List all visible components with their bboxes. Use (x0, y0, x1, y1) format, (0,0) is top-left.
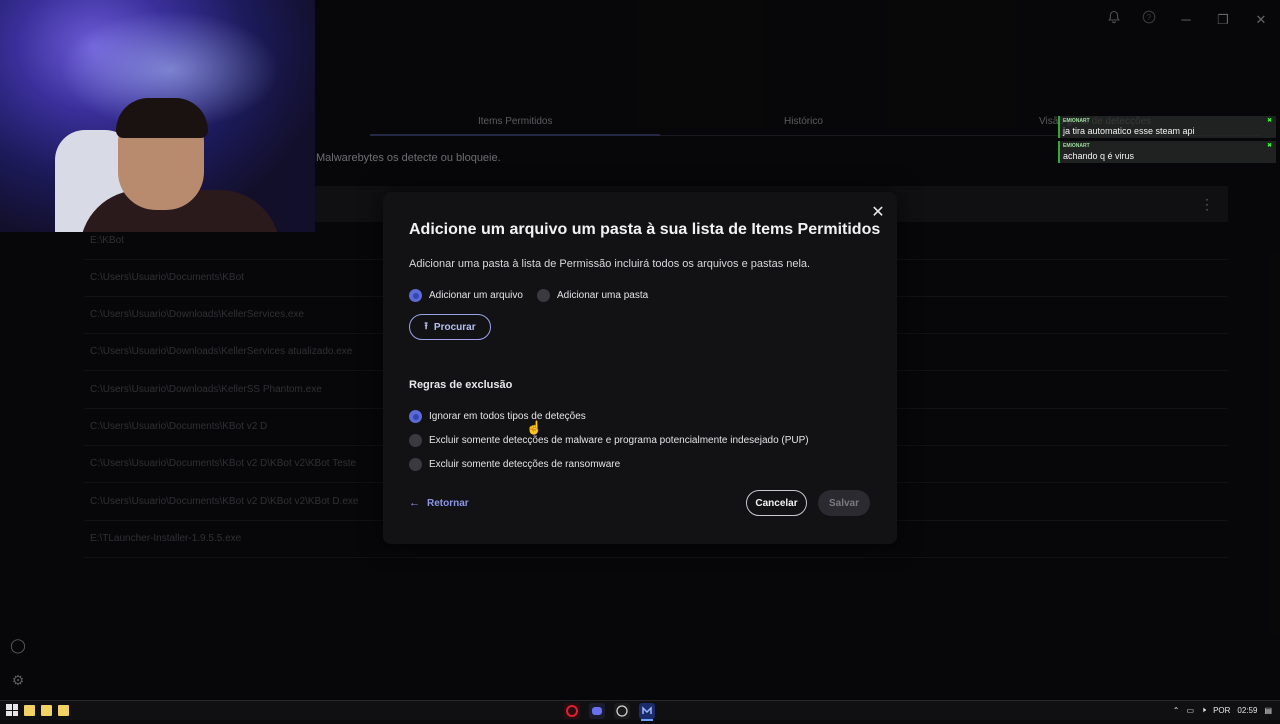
opera-icon[interactable] (564, 703, 580, 719)
radio-unselected-icon (409, 434, 422, 447)
dialog-subtitle: Adicionar uma pasta à lista de Permissão… (409, 258, 811, 270)
cancel-button[interactable]: Cancelar (746, 490, 807, 516)
add-allowed-item-dialog: ✕ Adicione um arquivo um pasta à sua lis… (383, 192, 897, 544)
arrow-left-icon: ← (409, 497, 420, 509)
chat-message: EMIONART ja tira automatico esse steam a… (1058, 116, 1276, 138)
webcam-overlay (0, 0, 315, 232)
exclusion-rules-title: Regras de exclusão (409, 379, 513, 391)
upload-icon: ⭱ (424, 320, 428, 332)
hand-cursor-icon: ☝ (526, 420, 543, 435)
radio-selected-icon (409, 289, 422, 302)
clock[interactable]: 02:59 (1237, 706, 1257, 715)
language-indicator[interactable]: POR (1213, 706, 1230, 715)
folder-icon[interactable] (24, 704, 35, 716)
chat-message: EMIONART achando q é virus ✖ (1058, 141, 1276, 163)
obs-icon[interactable] (614, 703, 630, 719)
network-icon[interactable]: ▭ (1186, 706, 1194, 715)
radio-unselected-icon (537, 289, 550, 302)
radio-exclude-ransomware[interactable]: Excluir somente detecções de ransomware (409, 458, 620, 471)
notifications-icon[interactable]: ▤ (1264, 706, 1272, 715)
folder-icon[interactable] (41, 704, 52, 716)
discord-icon[interactable] (589, 703, 605, 719)
radio-unselected-icon (409, 458, 422, 471)
chat-badge-icon: ✖ (1266, 118, 1272, 124)
radio-exclude-malware-pup[interactable]: Excluir somente detecções de malware e p… (409, 434, 809, 447)
radio-add-file[interactable]: Adicionar um arquivo (409, 289, 523, 302)
chat-badge-icon: ✖ (1266, 143, 1272, 149)
radio-ignore-all-detections[interactable]: Ignorar em todos tipos de deteções (409, 410, 586, 423)
windows-taskbar: ⌃ ▭ 🕨 POR 02:59 ▤ (0, 700, 1280, 721)
radio-add-folder[interactable]: Adicionar uma pasta (537, 289, 648, 302)
radio-selected-icon (409, 410, 422, 423)
browse-button[interactable]: ⭱ Procurar (409, 314, 491, 340)
chevron-up-icon[interactable]: ⌃ (1173, 706, 1180, 715)
folder-icon[interactable] (58, 704, 69, 716)
app-window: ◯ ⚙ ? ─ ❐ ✕ Items Permitidos Histórico V… (0, 0, 1280, 700)
back-button[interactable]: ← Retornar (409, 497, 469, 509)
close-icon[interactable]: ✕ (869, 204, 887, 222)
save-button: Salvar (818, 490, 870, 516)
volume-icon[interactable]: 🕨 (1201, 705, 1206, 715)
dialog-title: Adicione um arquivo um pasta à sua lista… (409, 221, 881, 238)
malwarebytes-icon[interactable] (639, 703, 655, 721)
person-hair (116, 98, 208, 138)
windows-start-icon[interactable] (6, 704, 18, 716)
